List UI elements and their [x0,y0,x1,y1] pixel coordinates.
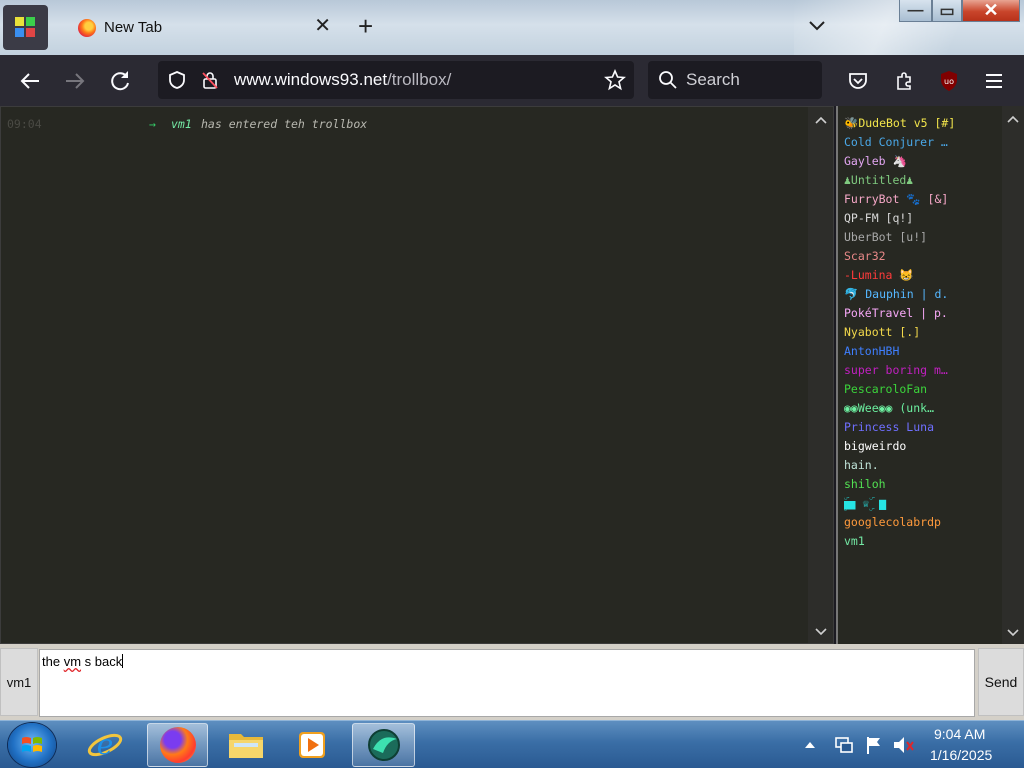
chevron-down-icon[interactable] [814,627,828,637]
pocket-icon[interactable] [842,65,874,97]
show-hidden-icons-icon[interactable] [804,740,816,750]
window-close-button[interactable]: ✕ [962,0,1020,22]
input-text-after: s back [81,654,123,669]
user-list-item[interactable]: PokéTravel | p. [844,306,1004,320]
user-list-item[interactable]: googlecolabrdp [844,515,1004,529]
user-list-item[interactable]: Nyabott [.] [844,325,1004,339]
user-list-item[interactable]: -Lumina 😸 [844,268,1004,282]
send-button[interactable]: Send [978,648,1024,716]
chevron-down-icon[interactable] [806,14,828,36]
user-list-item[interactable]: bigweirdo [844,439,1004,453]
windows-taskbar: e 9:04 AM 1/16/2025 [0,720,1024,768]
user-list-item[interactable]: vm1 [844,534,1004,548]
chat-scrollbar[interactable] [808,107,833,643]
user-list-scrollbar[interactable] [1002,106,1024,644]
windows-logo-icon [22,737,42,752]
user-list-item[interactable]: FurryBot 🐾 [&] [844,192,1004,206]
user-list-item[interactable]: Cold Conjurer … [844,135,1004,149]
clock-date[interactable]: 1/16/2025 [930,747,992,763]
message-time: 09:04 [7,117,42,131]
minimize-button[interactable]: — [899,0,932,22]
taskbar-remote-app[interactable] [352,723,415,767]
user-list-item[interactable]: shiloh [844,477,1004,491]
clock-time[interactable]: 9:04 AM [934,726,985,742]
user-list-item[interactable]: hain. [844,458,1004,472]
user-list-item[interactable]: ♟Untitled♟ [844,173,1004,187]
nickname-button[interactable]: vm1 [0,648,38,716]
user-list-item[interactable]: UberBot [u!] [844,230,1004,244]
taskbar-media-player[interactable] [284,723,340,767]
message-text: has entered teh trollbox [201,117,368,131]
windows93-app-icon[interactable] [3,5,48,50]
window-controls: — ▭ ✕ [899,0,1020,22]
browser-navigation-bar: www.windows93.net/trollbox/ Search uo [0,55,1024,106]
user-list-item[interactable]: ◉◉Wee◉◉ (unk… [844,401,1004,415]
user-list: 🐝DudeBot v5 [#] Cold Conjurer … Gayleb 🦄 ♟U… [836,106,1024,644]
search-icon [659,71,677,89]
user-list-item[interactable]: QP-FM [q!] [844,211,1004,225]
firefox-icon [78,18,96,37]
user-list-item[interactable]: 🐝DudeBot v5 [#] [844,116,1004,130]
user-list-item[interactable]: Scar32 [844,249,1004,263]
url-path: /trollbox/ [387,70,452,89]
browser-tab-strip: New Tab ✕ + — ▭ ✕ [0,0,1024,55]
user-list-item[interactable]: AntonHBH [844,344,1004,358]
media-player-icon [299,732,325,758]
user-list-item[interactable]: Princess Luna [844,420,1004,434]
url-text[interactable]: www.windows93.net/trollbox/ [234,70,451,90]
search-placeholder: Search [686,70,740,89]
url-host: www.windows93.net [234,70,388,89]
search-box[interactable]: Search [648,61,822,99]
user-list-item[interactable]: PescaroloFan [844,382,1004,396]
maximize-button[interactable]: ▭ [932,0,962,22]
message-input-row: vm1 the vm s back Send [0,644,1024,720]
input-text-before: the [42,654,64,669]
hamburger-menu-icon[interactable] [978,65,1010,97]
folder-icon [229,734,263,758]
message-arrow: → [149,117,156,131]
input-text-misspelled: vm [63,654,82,669]
action-center-flag-icon[interactable] [864,734,884,756]
internet-explorer-icon: e [87,728,123,761]
trollbox-chat-area[interactable]: 09:04 → vm1 has entered teh trollbox [0,106,834,644]
chat-message: 09:04 → vm1 has entered teh trollbox [7,117,367,131]
firefox-icon [159,727,196,763]
url-bar[interactable]: www.windows93.net/trollbox/ [158,61,634,99]
chevron-down-icon[interactable] [1006,628,1020,638]
chevron-up-icon[interactable] [814,115,828,125]
svg-text:uo: uo [944,77,954,86]
taskbar-file-explorer[interactable] [218,723,274,767]
tab-new-tab[interactable]: New Tab ✕ [60,6,345,49]
new-tab-plus-icon[interactable]: + [358,13,373,39]
tab-title: New Tab [104,19,163,36]
network-icon[interactable] [833,734,855,756]
remote-desktop-icon [367,729,400,761]
text-caret [122,654,124,668]
ublock-origin-icon[interactable]: uo [933,65,965,97]
extensions-puzzle-icon[interactable] [888,65,920,97]
forward-arrow-icon[interactable] [59,65,91,97]
user-list-item[interactable]: 🐬 Dauphin | d. [844,287,1004,301]
taskbar-firefox[interactable] [147,723,208,767]
message-input[interactable]: the vm s back [39,649,975,717]
user-list-item[interactable]: super boring m… [844,363,1004,377]
tab-close-icon[interactable]: ✕ [314,16,331,36]
insecure-lock-icon[interactable] [200,70,220,90]
reload-icon[interactable] [104,65,136,97]
user-list-item[interactable]: ▆ۣۜ ♕ ۣۜ ▆ [844,496,1004,511]
back-arrow-icon[interactable] [14,65,46,97]
start-button[interactable] [8,723,56,767]
taskbar-internet-explorer[interactable]: e [77,723,133,767]
svg-text:e: e [97,728,114,761]
volume-muted-icon[interactable] [892,734,916,756]
chevron-up-icon[interactable] [1006,114,1020,124]
bookmark-star-icon[interactable] [604,69,626,91]
shield-icon[interactable] [167,70,187,90]
message-user: vm1 [171,117,192,131]
user-list-item[interactable]: Gayleb 🦄 [844,154,1004,168]
